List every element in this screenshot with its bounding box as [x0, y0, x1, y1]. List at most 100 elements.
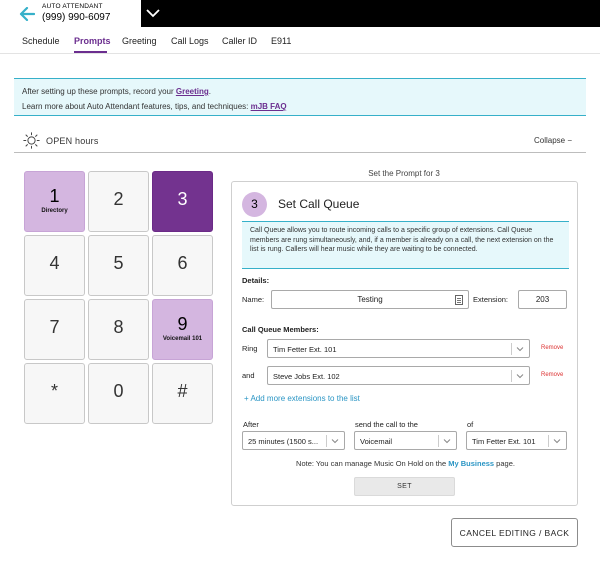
nav-tabs: Schedule Prompts Greeting Call Logs Call… [0, 27, 600, 54]
key-digit: 5 [113, 253, 124, 273]
chevron-down-icon [553, 437, 561, 445]
key-hash[interactable]: # [152, 363, 213, 424]
cancel-editing-button[interactable]: CANCEL EDITING / BACK [451, 518, 578, 547]
key-9[interactable]: 9 Voicemail 101 [152, 299, 213, 360]
chevron-down-icon [516, 345, 524, 353]
header-phone: (999) 990-6097 [42, 11, 111, 23]
tab-prompts[interactable]: Prompts [74, 36, 111, 46]
of-label: of [467, 420, 474, 429]
key-digit: 2 [113, 189, 124, 209]
key-digit: * [50, 381, 58, 401]
name-input[interactable]: Testing [271, 290, 469, 309]
key-7[interactable]: 7 [24, 299, 85, 360]
header-text: AUTO ATTENDANT (999) 990-6097 [42, 4, 110, 23]
prompt-for-label: Set the Prompt for 3 [368, 169, 440, 178]
and-member-value: Steve Jobs Ext. 102 [273, 372, 340, 381]
call-queue-panel: 3 Set Call Queue Call Queue allows you t… [231, 181, 578, 506]
key-3[interactable]: 3 [152, 171, 213, 232]
key-2[interactable]: 2 [88, 171, 149, 232]
of-value: Tim Fetter Ext. 101 [472, 437, 536, 446]
faq-link[interactable]: mJB FAQ [251, 102, 287, 111]
key-label: Directory [41, 208, 68, 214]
active-tab-indicator [74, 51, 107, 53]
ring-member-select[interactable]: Tim Fetter Ext. 101 [267, 339, 530, 358]
note-text: Note: You can manage Music On Hold on th… [296, 459, 449, 468]
select-divider [511, 343, 512, 355]
tab-schedule[interactable]: Schedule [22, 36, 60, 46]
key-digit: # [177, 381, 188, 401]
after-label: After [243, 420, 259, 429]
extension-input[interactable]: 203 [518, 290, 567, 309]
my-business-link[interactable]: My Business [448, 459, 494, 468]
music-on-hold-note: Note: You can manage Music On Hold on th… [232, 459, 579, 468]
banner-period: . [208, 87, 211, 96]
banner-line-2: Learn more about Auto Attendant features… [22, 99, 578, 114]
key-digit: 1 [49, 186, 60, 206]
key-8[interactable]: 8 [88, 299, 149, 360]
key-star[interactable]: * [24, 363, 85, 424]
ring-label: Ring [242, 344, 258, 353]
chevron-down-icon [443, 437, 451, 445]
after-select[interactable]: 25 minutes (1500 s... [242, 431, 345, 450]
chevron-down-icon[interactable] [145, 6, 161, 20]
key-5[interactable]: 5 [88, 235, 149, 296]
of-select[interactable]: Tim Fetter Ext. 101 [466, 431, 567, 450]
select-divider [511, 370, 512, 382]
note-suffix: page. [494, 459, 515, 468]
add-more-extensions-link[interactable]: + Add more extensions to the list [244, 394, 360, 403]
banner-line-1: After setting up these prompts, record y… [22, 84, 578, 99]
remove-and-member-button[interactable]: Remove [541, 372, 563, 378]
select-divider [438, 435, 439, 447]
collapse-button[interactable]: Collapse − [534, 136, 572, 145]
send-to-label: send the call to the [355, 420, 418, 429]
select-divider [326, 435, 327, 447]
set-button[interactable]: SET [354, 477, 455, 496]
chevron-down-icon [516, 372, 524, 380]
name-label: Name: [242, 295, 265, 304]
sun-icon [23, 132, 40, 149]
info-banner: After setting up these prompts, record y… [14, 78, 586, 116]
extension-value: 203 [535, 295, 550, 304]
step-badge: 3 [242, 192, 267, 217]
key-1[interactable]: 1 Directory [24, 171, 85, 232]
tab-call-logs[interactable]: Call Logs [171, 36, 209, 46]
key-digit: 0 [113, 381, 124, 401]
top-bar: AUTO ATTENDANT (999) 990-6097 [0, 0, 600, 27]
send-to-select[interactable]: Voicemail [354, 431, 457, 450]
panel-description: Call Queue allows you to route incoming … [242, 221, 569, 269]
key-digit: 8 [113, 317, 124, 337]
name-value: Testing [357, 295, 383, 304]
ring-member-value: Tim Fetter Ext. 101 [273, 345, 337, 354]
banner-text-2: Learn more about Auto Attendant features… [22, 102, 251, 111]
panel-title: Set Call Queue [278, 197, 360, 211]
document-icon [455, 295, 463, 305]
header-subtitle: AUTO ATTENDANT [42, 3, 103, 11]
key-label: Voicemail 101 [162, 336, 203, 342]
select-divider [548, 435, 549, 447]
and-member-select[interactable]: Steve Jobs Ext. 102 [267, 366, 530, 385]
tab-caller-id[interactable]: Caller ID [222, 36, 257, 46]
greeting-link[interactable]: Greeting [176, 87, 209, 96]
open-hours-section: OPEN hours Collapse − [14, 129, 586, 153]
chevron-down-icon [331, 437, 339, 445]
extension-label: Extension: [473, 295, 509, 304]
key-digit: 9 [177, 314, 188, 334]
key-digit: 4 [49, 253, 60, 273]
members-label: Call Queue Members: [242, 325, 319, 334]
key-6[interactable]: 6 [152, 235, 213, 296]
key-digit: 7 [49, 317, 60, 337]
tab-greeting[interactable]: Greeting [122, 36, 157, 46]
details-label: Details: [242, 276, 270, 285]
open-hours-title: OPEN hours [46, 136, 99, 146]
key-0[interactable]: 0 [88, 363, 149, 424]
key-digit: 6 [177, 253, 188, 273]
banner-text-1: After setting up these prompts, record y… [22, 87, 176, 96]
tab-e911[interactable]: E911 [271, 36, 291, 46]
remove-ring-member-button[interactable]: Remove [541, 345, 563, 351]
and-label: and [242, 371, 255, 380]
key-digit: 3 [177, 189, 188, 209]
back-arrow-icon[interactable] [14, 0, 40, 27]
header-left: AUTO ATTENDANT (999) 990-6097 [0, 0, 141, 27]
send-to-value: Voicemail [360, 437, 393, 446]
key-4[interactable]: 4 [24, 235, 85, 296]
